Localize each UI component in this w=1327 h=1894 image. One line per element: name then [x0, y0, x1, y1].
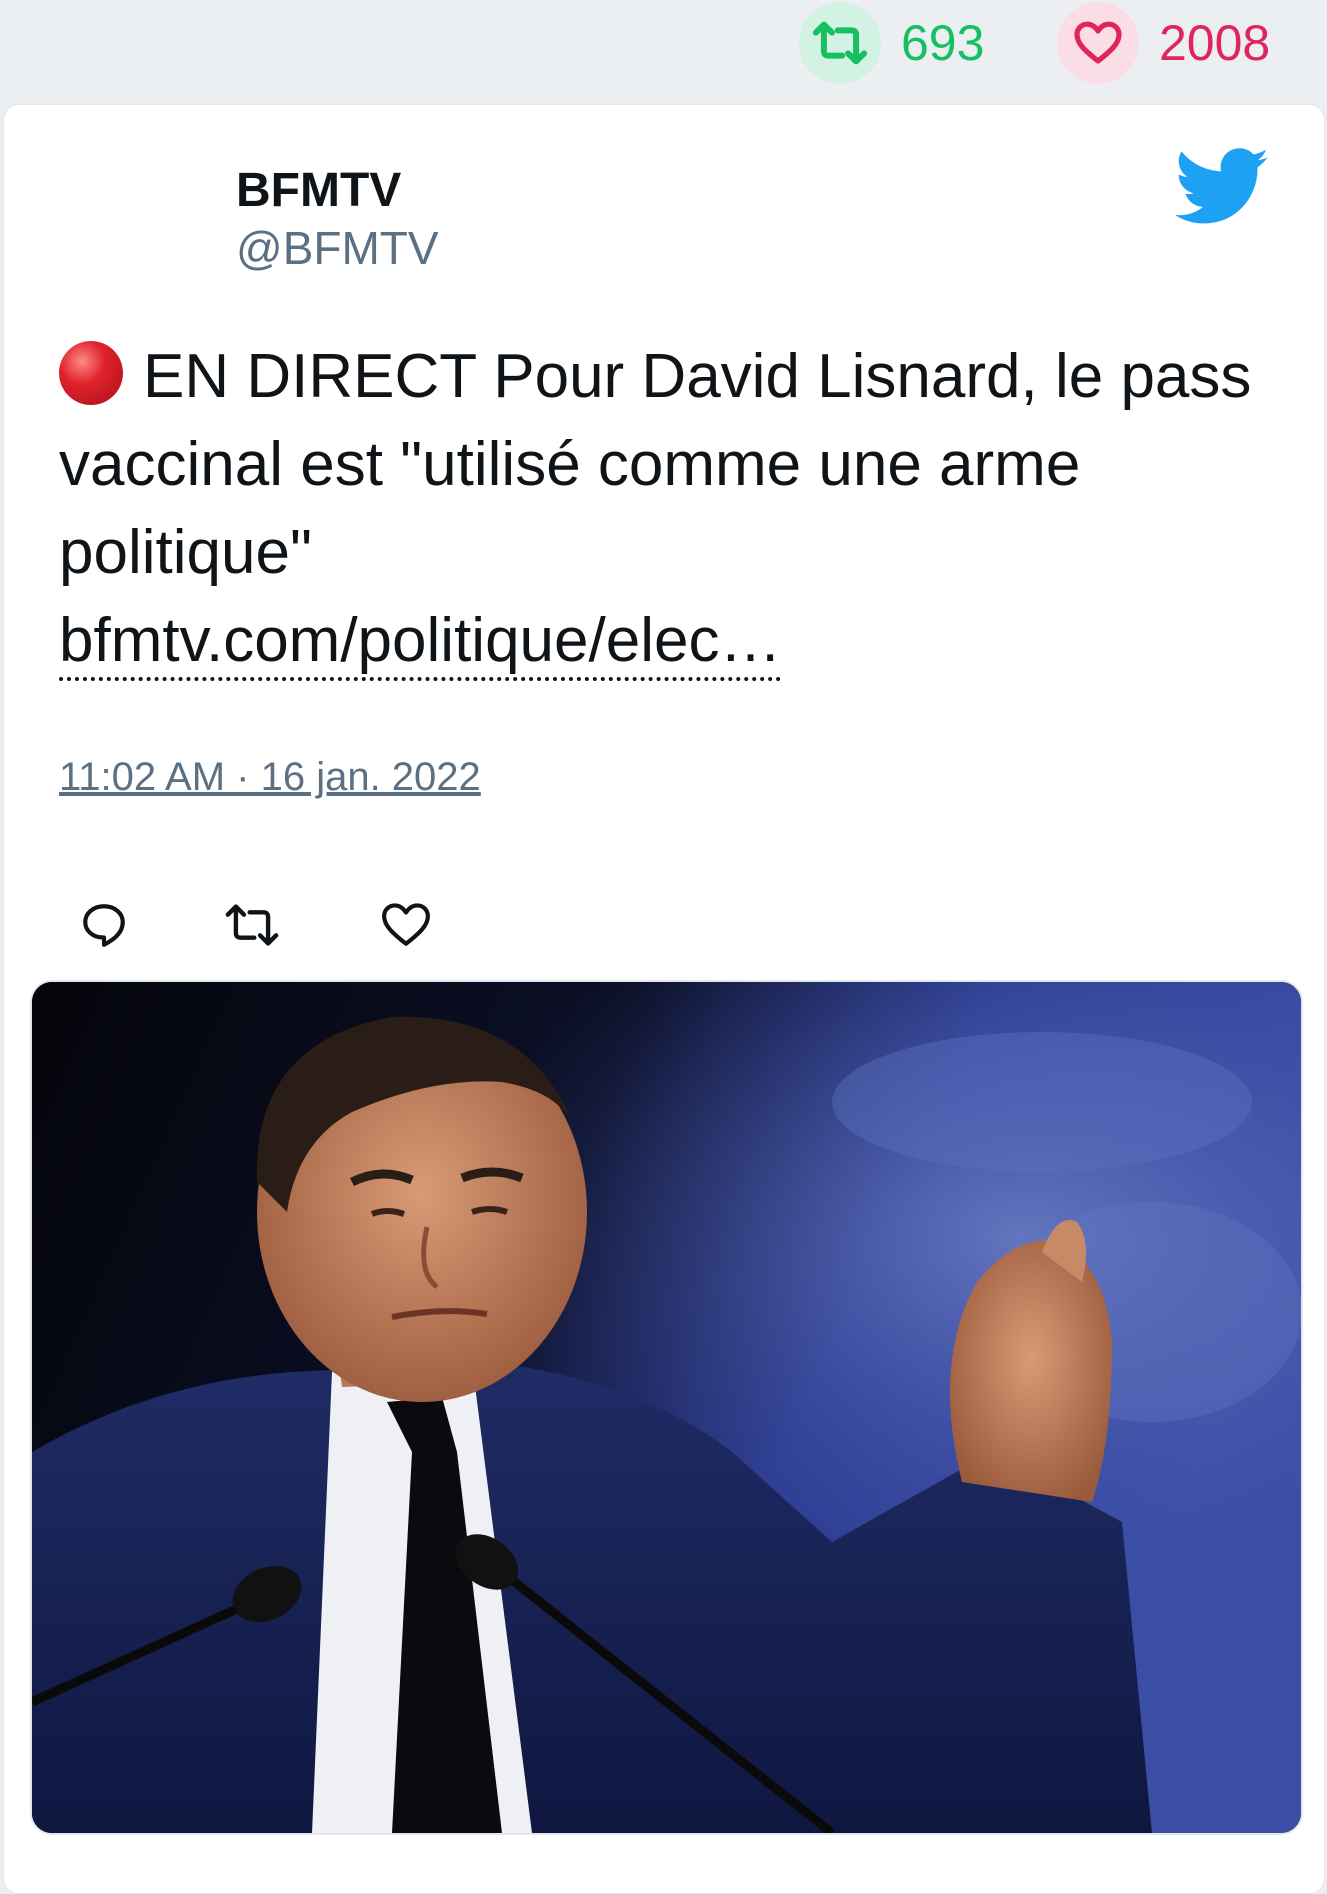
retweet-icon — [225, 904, 279, 946]
photo-man-at-podium — [32, 982, 1301, 1833]
reply-button[interactable] — [74, 895, 134, 955]
retweet-count: 693 — [901, 15, 985, 71]
reply-icon — [83, 904, 125, 947]
engagement-stats-bar: 693 2008 — [0, 0, 1327, 100]
like-stat[interactable]: 2008 — [1057, 0, 1270, 86]
retweet-stat[interactable]: 693 — [799, 0, 984, 86]
twitter-bird-icon[interactable] — [1176, 147, 1270, 227]
like-count: 2008 — [1159, 15, 1271, 71]
author-block[interactable]: BFMTV @BFMTV — [236, 163, 439, 277]
tweet-text: EN DIRECT Pour David Lisnard, le pass va… — [59, 342, 1252, 587]
heart-icon — [382, 903, 430, 946]
like-button[interactable] — [376, 895, 436, 955]
author-handle[interactable]: @BFMTV — [236, 219, 439, 277]
retweet-icon-bubble — [799, 2, 881, 84]
red-circle-emoji — [59, 341, 123, 405]
like-icon-bubble — [1057, 2, 1139, 84]
retweet-icon — [812, 21, 868, 65]
tweet-actions — [4, 875, 604, 975]
tweet-body: EN DIRECT Pour David Lisnard, le pass va… — [59, 333, 1259, 685]
heart-icon — [1074, 21, 1122, 64]
tweet-timestamp[interactable]: 11:02 AM · 16 jan. 2022 — [59, 755, 481, 800]
tweet-link[interactable]: bfmtv.com/politique/elec… — [59, 606, 782, 681]
author-name[interactable]: BFMTV — [236, 163, 439, 219]
retweet-button[interactable] — [222, 895, 282, 955]
tweet-card: BFMTV @BFMTV EN DIRECT Pour David Lisnar… — [3, 104, 1325, 1894]
tweet-media[interactable] — [30, 980, 1303, 1835]
